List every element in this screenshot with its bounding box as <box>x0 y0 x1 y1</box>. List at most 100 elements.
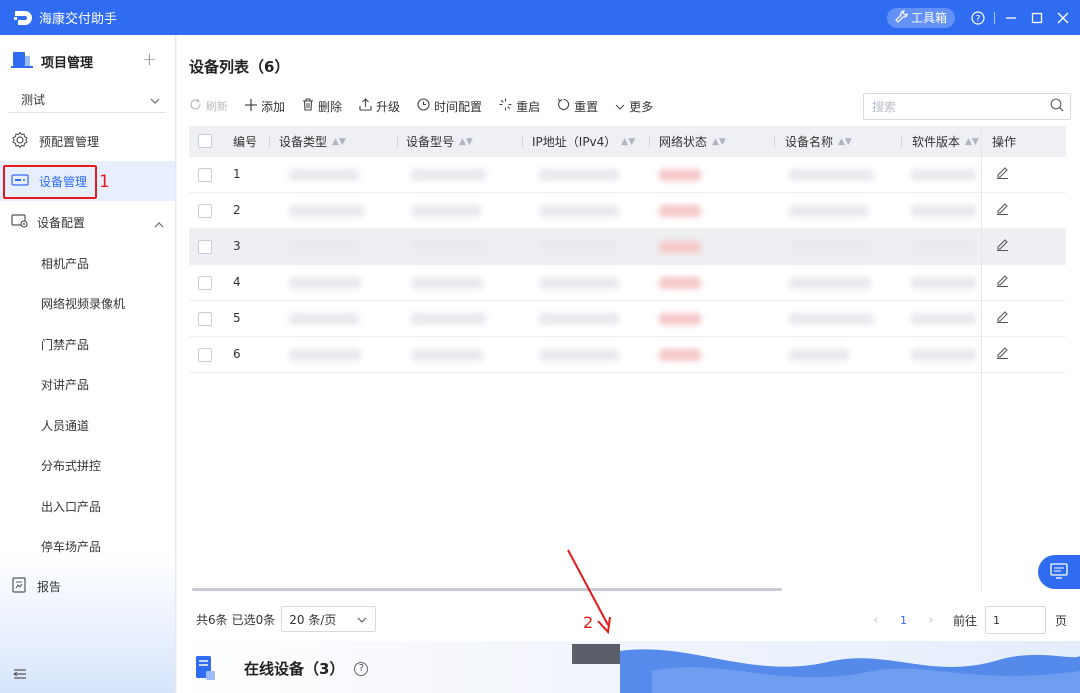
goto-page-input[interactable]: 1 <box>984 606 1046 634</box>
sidebar-item-intercom[interactable]: 对讲产品 <box>0 364 175 404</box>
table-row[interactable]: 2 <box>189 193 1066 229</box>
annotation-label-2: 2 <box>583 613 594 632</box>
column-header-label: 操作 <box>992 135 1017 149</box>
redacted-cell <box>911 277 976 289</box>
table-row[interactable]: 3 <box>189 229 1066 265</box>
floating-chat-button[interactable] <box>1038 555 1080 589</box>
table-row[interactable]: 1 <box>189 157 1066 193</box>
row-checkbox[interactable] <box>198 276 212 290</box>
maximize-icon[interactable] <box>1024 0 1050 35</box>
help-circle-icon[interactable]: ? <box>354 661 369 676</box>
monitor-icon <box>1050 562 1068 582</box>
column-header-number[interactable]: 编号 <box>233 126 257 157</box>
minimize-icon[interactable] <box>998 0 1024 35</box>
row-checkbox[interactable] <box>198 168 212 182</box>
sort-icon[interactable]: ▲▼ <box>459 137 473 147</box>
column-header-label: 软件版本 <box>912 135 961 149</box>
redacted-cell <box>911 349 976 361</box>
search-input[interactable] <box>872 99 1032 114</box>
edit-icon[interactable] <box>996 310 1009 326</box>
annotation-highlight-box <box>3 165 97 199</box>
sidebar-item-distributed-control[interactable]: 分布式拼控 <box>0 445 175 485</box>
next-page-icon[interactable]: › <box>921 612 941 628</box>
online-devices-panel[interactable]: 在线设备（3） ? <box>177 641 1080 693</box>
sidebar-item-device-config[interactable]: 设备配置 <box>0 202 175 242</box>
refresh-button[interactable]: 刷新 <box>189 98 228 114</box>
redacted-cell <box>789 205 869 217</box>
more-button[interactable]: 更多 <box>615 98 653 115</box>
device-config-icon <box>11 213 29 232</box>
add-button[interactable]: 添加 <box>245 98 285 115</box>
previous-page-icon[interactable]: ‹ <box>866 612 886 628</box>
column-header-software-version[interactable]: 软件版本 ▲▼ <box>912 126 979 157</box>
sidebar-item-preconfig[interactable]: 预配置管理 <box>0 121 175 161</box>
chevron-up-icon[interactable] <box>154 217 164 231</box>
edit-icon[interactable] <box>996 202 1009 218</box>
redacted-cell <box>911 241 976 253</box>
redacted-cell <box>911 205 976 217</box>
column-separator[interactable] <box>269 135 270 148</box>
sidebar-item-access-control[interactable]: 门禁产品 <box>0 324 175 364</box>
search-icon[interactable] <box>1050 98 1064 115</box>
select-all-checkbox[interactable] <box>198 134 212 148</box>
chevron-down-icon <box>615 99 625 113</box>
column-separator[interactable] <box>901 135 902 148</box>
sort-icon[interactable]: ▲▼ <box>712 137 726 147</box>
title-bar: 海康交付助手 工具箱 ? <box>0 0 1080 35</box>
column-header-ip-address[interactable]: IP地址（IPv4） ▲▼ <box>532 126 635 157</box>
column-header-device-name[interactable]: 设备名称 ▲▼ <box>785 126 852 157</box>
sidebar-item-parking[interactable]: 停车场产品 <box>0 526 175 566</box>
annotation-label-1: 1 <box>99 172 110 192</box>
more-label: 更多 <box>629 99 654 114</box>
row-checkbox[interactable] <box>198 348 212 362</box>
reset-button[interactable]: 重置 <box>557 98 598 115</box>
column-separator[interactable] <box>397 135 398 148</box>
row-checkbox[interactable] <box>198 204 212 218</box>
reset-icon <box>557 98 570 114</box>
sort-icon[interactable]: ▲▼ <box>965 137 979 147</box>
column-header-device-type[interactable]: 设备类型 ▲▼ <box>279 126 346 157</box>
delete-button[interactable]: 删除 <box>302 98 342 115</box>
online-devices-label: 在线设备（3） <box>244 660 345 678</box>
sidebar-item-personnel-channel[interactable]: 人员通道 <box>0 405 175 445</box>
edit-icon[interactable] <box>996 346 1009 362</box>
page-suffix: 页 <box>1054 613 1067 628</box>
edit-icon[interactable] <box>996 166 1009 182</box>
project-select[interactable]: 测试 <box>9 87 166 113</box>
time-config-button[interactable]: 时间配置 <box>417 98 482 115</box>
row-number: 6 <box>233 347 241 361</box>
wave-decoration <box>572 644 1080 693</box>
add-project-icon[interactable]: + <box>142 49 157 70</box>
collapse-sidebar-icon[interactable] <box>13 668 27 683</box>
column-separator[interactable] <box>522 135 523 148</box>
edit-icon[interactable] <box>996 238 1009 254</box>
edit-icon[interactable] <box>996 274 1009 290</box>
column-separator[interactable] <box>649 135 650 148</box>
current-page[interactable]: 1 <box>886 614 921 627</box>
upgrade-button[interactable]: 升级 <box>359 98 400 115</box>
sidebar-item-nvr[interactable]: 网络视频录像机 <box>0 283 175 323</box>
sidebar-item-report[interactable]: 报告 <box>0 566 175 606</box>
table-row[interactable]: 6 <box>189 337 1066 373</box>
sort-icon[interactable]: ▲▼ <box>332 137 346 147</box>
sidebar-item-camera[interactable]: 相机产品 <box>0 243 175 283</box>
table-row[interactable]: 5 <box>189 301 1066 337</box>
table-row[interactable]: 4 <box>189 265 1066 301</box>
wrench-icon <box>895 9 908 26</box>
page-size-select[interactable]: 20 条/页 <box>281 606 377 632</box>
help-icon[interactable]: ? <box>965 0 991 35</box>
column-header-network-status[interactable]: 网络状态 ▲▼ <box>659 126 726 157</box>
sidebar-item-label: 门禁产品 <box>41 337 90 352</box>
row-checkbox[interactable] <box>198 312 212 326</box>
column-separator[interactable] <box>774 135 775 148</box>
close-icon[interactable] <box>1050 0 1076 35</box>
column-header-device-model[interactable]: 设备型号 ▲▼ <box>406 126 473 157</box>
sort-icon[interactable]: ▲▼ <box>838 137 852 147</box>
toolbox-button[interactable]: 工具箱 <box>886 7 955 28</box>
sort-icon[interactable]: ▲▼ <box>621 137 635 147</box>
reboot-button[interactable]: 重启 <box>499 98 540 115</box>
horizontal-scrollbar[interactable] <box>192 588 782 591</box>
redacted-cell <box>289 241 359 253</box>
row-checkbox[interactable] <box>198 240 212 254</box>
sidebar-item-entrance-exit[interactable]: 出入口产品 <box>0 486 175 526</box>
